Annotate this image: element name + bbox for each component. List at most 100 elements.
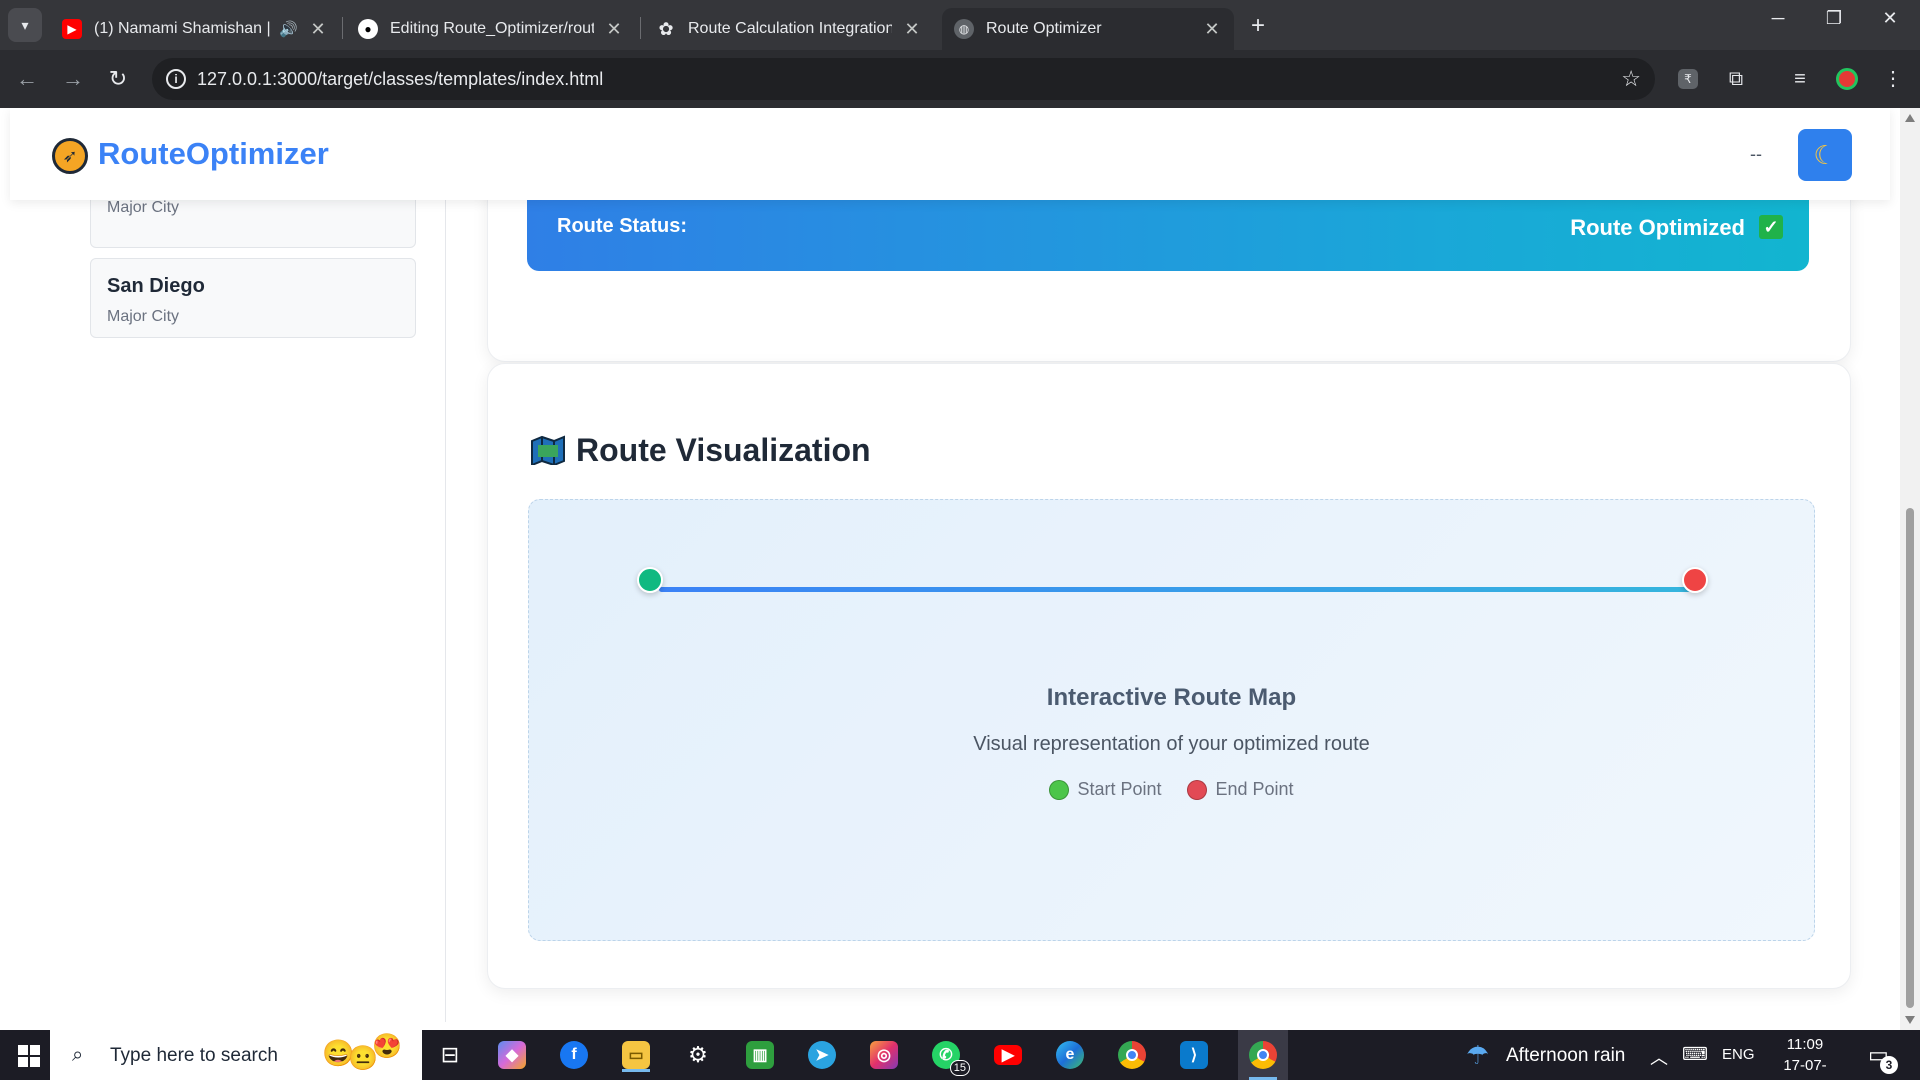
browser-toolbar: ← → ↻ i 127.0.0.1:3000/target/classes/te… (0, 50, 1920, 108)
youtube-icon: ▶ (62, 19, 82, 39)
legend-end: End Point (1187, 779, 1294, 800)
clock[interactable]: 11:09 17-07-2025 (1770, 1034, 1840, 1080)
section-title: Route Visualization (576, 432, 871, 468)
new-tab-button[interactable]: + (1244, 12, 1272, 40)
browser-tabstrip: ▾ ▶ (1) Namami Shamishan | Shi 🔊 ✕ ● Edi… (0, 0, 1920, 50)
tab-route-calculation[interactable]: ✿ Route Calculation Integration ✕ (644, 8, 934, 50)
menu-kebab-icon[interactable]: ⋮ (1880, 66, 1906, 92)
route-status-value: Route Optimized (1570, 215, 1745, 240)
stocks-icon[interactable]: ▥ (742, 1038, 778, 1072)
check-mark-icon: ✓ (1759, 215, 1783, 239)
page-scrollbar[interactable] (1900, 108, 1920, 1030)
notification-badge: 3 (1880, 1056, 1898, 1074)
close-tab-icon[interactable]: ✕ (308, 19, 328, 40)
red-circle-icon (1187, 779, 1208, 800)
end-point-marker[interactable] (1682, 567, 1708, 593)
sidebar: Major City San Diego Major City (10, 108, 446, 1022)
facebook-icon[interactable]: f (556, 1038, 592, 1072)
moon-icon: ☾ (1813, 139, 1837, 170)
clock-date: 17-07-2025 (1783, 1057, 1827, 1080)
umbrella-rain-icon[interactable]: ☂ (1466, 1040, 1489, 1071)
tab-search-chevron-icon[interactable]: ▾ (8, 8, 42, 42)
media-control-icon[interactable]: ≡ (1787, 66, 1813, 92)
scroll-down-arrow-icon[interactable] (1905, 1016, 1915, 1024)
emoji-icon: 😍 (372, 1033, 402, 1060)
brand-logo[interactable]: RouteOptimizer (98, 136, 329, 172)
tab-title: (1) Namami Shamishan | Shi (94, 20, 271, 37)
tab-youtube[interactable]: ▶ (1) Namami Shamishan | Shi 🔊 ✕ (50, 8, 340, 50)
file-explorer-icon[interactable]: ▭ (618, 1038, 654, 1072)
scroll-up-arrow-icon[interactable] (1905, 114, 1915, 122)
tab-separator (640, 17, 641, 39)
tab-github[interactable]: ● Editing Route_Optimizer/route_ ✕ (346, 8, 636, 50)
close-tab-icon[interactable]: ✕ (1202, 19, 1222, 40)
restore-icon[interactable]: ❐ (1814, 8, 1854, 29)
globe-icon: ◍ (954, 19, 974, 39)
site-info-icon[interactable]: i (166, 69, 186, 89)
vscode-icon[interactable]: ⟩ (1176, 1038, 1212, 1072)
openai-icon: ✿ (658, 18, 674, 39)
taskbar-search[interactable]: ⌕ Type here to search 😄 😐 😍 (50, 1030, 422, 1080)
settings-gear-icon[interactable]: ⚙ (680, 1038, 716, 1072)
page-viewport: Major City San Diego Major City Route St… (0, 108, 1900, 1030)
chrome-active-icon[interactable] (1238, 1030, 1288, 1080)
close-tab-icon[interactable]: ✕ (604, 19, 624, 40)
minimize-icon[interactable]: ─ (1758, 8, 1798, 29)
map-title: Interactive Route Map (1046, 684, 1297, 711)
header-status-text: -- (1750, 144, 1762, 164)
legend-start: Start Point (1049, 779, 1161, 800)
map-icon (531, 435, 565, 465)
extension-icon[interactable]: ₹ (1678, 69, 1698, 89)
clock-time: 11:09 (1786, 1036, 1824, 1053)
tab-route-optimizer[interactable]: ◍ Route Optimizer ✕ (942, 8, 1234, 50)
close-tab-icon[interactable]: ✕ (902, 19, 922, 40)
audio-icon[interactable]: 🔊 (279, 20, 298, 38)
profile-avatar[interactable] (1834, 66, 1860, 92)
map-subtitle: Visual representation of your optimized … (973, 733, 1370, 755)
back-icon[interactable]: ← (12, 64, 42, 94)
tab-title: Route Calculation Integration (688, 20, 892, 37)
keyboard-icon[interactable]: ⌨ (1682, 1044, 1708, 1065)
theme-toggle-button[interactable]: ☾ (1798, 129, 1852, 181)
route-status-label: Route Status: (557, 215, 687, 237)
weather-text[interactable]: Afternoon rain (1506, 1045, 1625, 1067)
windows-start-icon[interactable] (18, 1045, 40, 1067)
route-status-bar: Route Status: Route Optimized ✓ (527, 189, 1809, 271)
city-name: San Diego (107, 275, 205, 297)
edge-icon[interactable]: e (1052, 1038, 1088, 1072)
route-visualization-card: Route Visualization Interactive Route Ma… (487, 363, 1851, 989)
search-icon: ⌕ (72, 1044, 84, 1066)
scroll-thumb[interactable] (1906, 508, 1914, 1008)
address-bar[interactable]: i 127.0.0.1:3000/target/classes/template… (152, 58, 1655, 100)
chevron-up-icon[interactable]: ︿ (1650, 1044, 1668, 1070)
github-icon: ● (358, 19, 378, 39)
forward-icon[interactable]: → (58, 64, 88, 94)
tab-title: Editing Route_Optimizer/route_ (390, 20, 594, 37)
city-card[interactable]: San Diego Major City (90, 258, 416, 338)
start-point-marker[interactable] (637, 567, 663, 593)
close-window-icon[interactable]: ✕ (1870, 8, 1910, 29)
telegram-icon[interactable]: ➤ (804, 1038, 840, 1072)
search-placeholder: Type here to search (110, 1045, 278, 1066)
extensions-puzzle-icon[interactable]: ⧉ (1723, 66, 1749, 92)
windows-taskbar: ⌕ Type here to search 😄 😐 😍 ⊟ ◆ f ▭ ⚙ ▥ … (0, 1030, 1920, 1080)
copilot-icon[interactable]: ◆ (494, 1038, 530, 1072)
tab-title: Route Optimizer (986, 20, 1102, 37)
city-type: Major City (107, 308, 180, 325)
instagram-icon[interactable]: ◎ (866, 1038, 902, 1072)
whatsapp-icon[interactable]: ✆ 15 (928, 1038, 970, 1076)
tab-separator (342, 17, 343, 39)
map-legend: Start Point End Point (529, 779, 1814, 800)
whatsapp-badge: 15 (949, 1060, 970, 1076)
youtube-app-icon[interactable]: ▶ (990, 1038, 1026, 1072)
route-map[interactable]: Interactive Route Map Visual representat… (528, 499, 1815, 941)
task-view-icon[interactable]: ⊟ (432, 1038, 468, 1072)
chrome-icon[interactable] (1114, 1038, 1150, 1072)
bookmark-star-icon[interactable]: ☆ (1621, 66, 1641, 92)
compass-icon: ➶ (52, 138, 88, 174)
app-header: ➶ RouteOptimizer -- ☾ (10, 108, 1890, 200)
legend-label: Start Point (1077, 779, 1162, 799)
language-indicator[interactable]: ENG (1722, 1046, 1755, 1063)
address-url[interactable]: 127.0.0.1:3000/target/classes/templates/… (197, 69, 603, 90)
reload-icon[interactable]: ↻ (103, 64, 133, 94)
